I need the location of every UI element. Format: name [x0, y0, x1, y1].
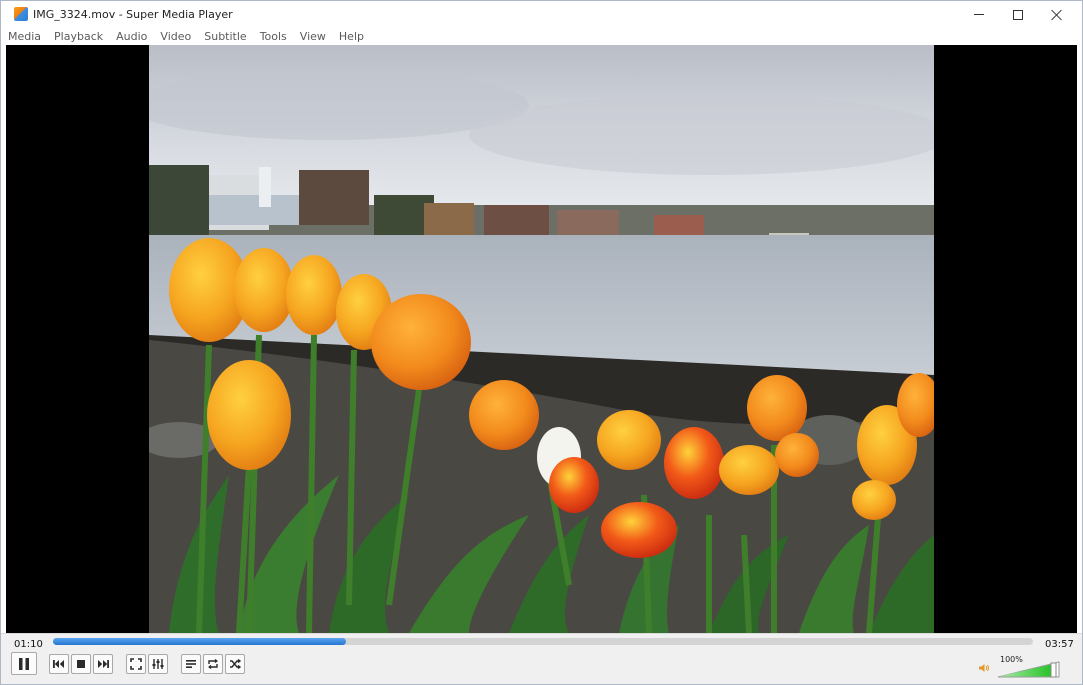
- menu-subtitle[interactable]: Subtitle: [197, 28, 252, 45]
- next-icon: [98, 660, 109, 668]
- control-bar: 01:10 03:57 100%: [1, 633, 1082, 684]
- volume-slider[interactable]: [997, 658, 1060, 678]
- pause-button[interactable]: [11, 652, 37, 675]
- menu-view[interactable]: View: [293, 28, 332, 45]
- close-icon: [1051, 9, 1063, 21]
- video-frame-tulips: [149, 45, 934, 633]
- minimize-icon: [974, 14, 984, 15]
- next-button[interactable]: [93, 654, 113, 674]
- extended-settings-button[interactable]: [148, 654, 168, 674]
- menu-bar: Media Playback Audio Video Subtitle Tool…: [1, 28, 1082, 45]
- total-time: 03:57: [1045, 639, 1074, 650]
- previous-button[interactable]: [49, 654, 69, 674]
- menu-media[interactable]: Media: [1, 28, 47, 45]
- menu-help[interactable]: Help: [332, 28, 370, 45]
- fullscreen-icon: [130, 658, 142, 670]
- extended-settings-icon: [152, 659, 164, 669]
- close-button[interactable]: [1037, 1, 1077, 28]
- menu-tools[interactable]: Tools: [253, 28, 293, 45]
- stop-button[interactable]: [71, 654, 91, 674]
- maximize-icon: [1013, 9, 1023, 20]
- app-icon: [14, 7, 28, 21]
- playlist-button[interactable]: [181, 654, 201, 674]
- pause-icon: [19, 657, 29, 670]
- stop-icon: [77, 660, 85, 668]
- video-frame[interactable]: [149, 45, 934, 633]
- previous-icon: [53, 660, 64, 668]
- media-player-window: IMG_3324.mov - Super Media Player Media …: [0, 0, 1083, 685]
- speaker-icon[interactable]: [978, 663, 990, 673]
- playlist-icon: [186, 660, 196, 668]
- seek-progress: [53, 638, 347, 645]
- fullscreen-button[interactable]: [126, 654, 146, 674]
- title-bar[interactable]: IMG_3324.mov - Super Media Player: [1, 1, 1082, 28]
- shuffle-button[interactable]: [225, 654, 245, 674]
- menu-video[interactable]: Video: [153, 28, 197, 45]
- menu-audio[interactable]: Audio: [109, 28, 153, 45]
- shuffle-icon: [230, 658, 241, 670]
- maximize-button[interactable]: [998, 1, 1038, 28]
- loop-button[interactable]: [203, 654, 223, 674]
- seek-bar[interactable]: [53, 638, 1033, 645]
- loop-icon: [208, 658, 218, 670]
- menu-playback[interactable]: Playback: [47, 28, 109, 45]
- elapsed-time: 01:10: [14, 639, 43, 650]
- video-area[interactable]: [6, 45, 1077, 633]
- minimize-button[interactable]: [959, 1, 999, 28]
- window-title: IMG_3324.mov - Super Media Player: [33, 8, 233, 21]
